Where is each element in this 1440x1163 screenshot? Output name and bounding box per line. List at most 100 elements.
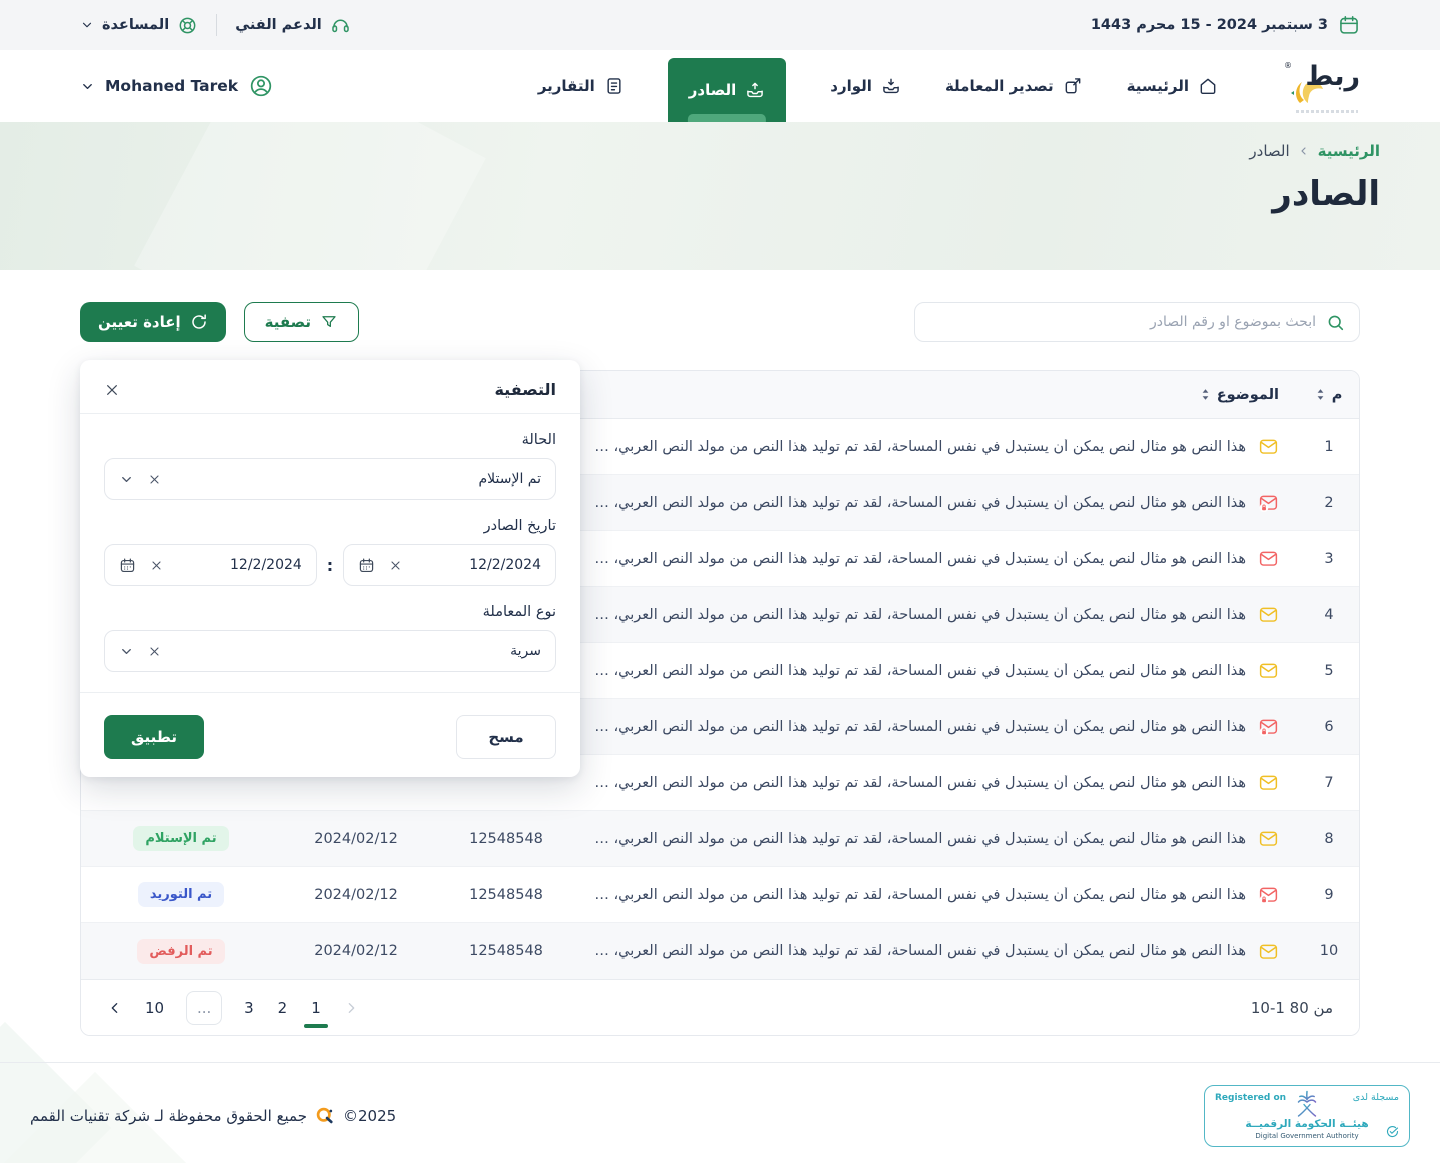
select-icons — [119, 472, 161, 487]
spacer — [104, 672, 556, 692]
pagination-page-3[interactable]: 3 — [242, 995, 256, 1021]
row-subject: هذا النص هو مثال لنص يمكن أن يستبدل في ن… — [591, 887, 1246, 903]
qtech-logo — [315, 1106, 335, 1126]
filter-popup-header: التصفية — [104, 380, 556, 413]
column-header-index[interactable]: م — [1299, 387, 1359, 403]
pagination-ellipsis[interactable]: ... — [186, 991, 222, 1025]
search-icon — [1326, 313, 1345, 332]
breadcrumb: الرئيسية الصادر — [60, 142, 1380, 160]
column-header-label: م — [1332, 387, 1343, 403]
row-index: 7 — [1299, 775, 1359, 791]
filter-popup: التصفية الحالة تم الإستلام تاريخ الصادر … — [80, 360, 580, 777]
close-icon[interactable] — [104, 382, 120, 398]
copyright: جميع الحقوق محفوظة لـ شركة تقنيات القمم … — [30, 1106, 396, 1126]
chevron-down-icon — [119, 644, 134, 659]
help-label: المساعدة — [102, 17, 169, 33]
envelope-yellow-icon — [1258, 436, 1279, 457]
clear-filters-button[interactable]: مسح — [456, 715, 556, 759]
type-filter-label: نوع المعاملة — [104, 604, 556, 620]
envelope-red-lock-icon — [1258, 492, 1279, 513]
nav-item-label: الوارد — [830, 77, 872, 95]
copyright-text: جميع الحقوق محفوظة لـ شركة تقنيات القمم — [30, 1107, 307, 1125]
brand-registered-mark: ® — [1284, 61, 1292, 70]
calendar-icon — [358, 557, 375, 574]
column-header-subject[interactable]: الموضوع — [581, 387, 1299, 403]
user-menu[interactable]: Mohaned Tarek — [80, 50, 274, 122]
row-subject-cell: هذا النص هو مثال لنص يمكن أن يستبدل في ن… — [581, 436, 1299, 457]
avatar-icon — [248, 73, 274, 99]
date-text: 3 سبتمبر 2024 - 15 محرم 1443 — [1091, 17, 1328, 33]
table-row[interactable]: 9 هذا النص هو مثال لنص يمكن أن يستبدل في… — [81, 867, 1359, 923]
dga-name-english: Digital Government Authority — [1255, 1132, 1358, 1140]
page-hero: الرئيسية الصادر الصادر — [0, 122, 1440, 270]
dga-registered-badge[interactable]: Registered on مسجلة لدى هيئــة الحكومة ا… — [1204, 1085, 1410, 1147]
row-status-cell: تم الإستلام — [81, 826, 281, 851]
search-box — [914, 302, 1360, 342]
filter-actions: مسح تطبيق — [104, 693, 556, 759]
technical-support-link[interactable]: الدعم الفني — [235, 15, 351, 36]
pagination-page-1-active[interactable]: 1 — [309, 995, 323, 1021]
apply-filters-button[interactable]: تطبيق — [104, 715, 204, 759]
copyright-year: ©2025 — [343, 1107, 396, 1125]
pagination-prev-icon[interactable] — [107, 1000, 123, 1016]
reset-button[interactable]: إعادة تعيين — [80, 302, 226, 342]
breadcrumb-home-link[interactable]: الرئيسية — [1318, 142, 1380, 160]
clear-x-icon[interactable] — [389, 559, 402, 572]
row-subject: هذا النص هو مثال لنص يمكن أن يستبدل في ن… — [591, 775, 1246, 791]
nav-item-home[interactable]: الرئيسية — [1127, 50, 1218, 122]
topbar-links: الدعم الفني المساعدة — [80, 14, 351, 36]
clear-x-icon[interactable] — [148, 645, 161, 658]
pagination-next-icon[interactable] — [343, 1000, 359, 1016]
nav-item-label: التقارير — [538, 77, 595, 95]
pagination-page-2[interactable]: 2 — [276, 995, 290, 1021]
sort-icon — [1316, 388, 1325, 401]
search-input[interactable] — [929, 314, 1316, 330]
row-subject: هذا النص هو مثال لنص يمكن أن يستبدل في ن… — [591, 831, 1246, 847]
type-select-value: سرية — [510, 643, 541, 659]
date-icons — [358, 557, 402, 574]
envelope-yellow-icon — [1258, 828, 1279, 849]
row-serial: 12548548 — [431, 943, 581, 959]
date-to-input[interactable]: 12/2/2024 — [104, 544, 317, 586]
clear-x-icon[interactable] — [148, 473, 161, 486]
help-menu[interactable]: المساعدة — [80, 15, 198, 36]
registered-with-label: مسجلة لدى — [1353, 1092, 1399, 1103]
table-row[interactable]: 8 هذا النص هو مثال لنص يمكن أن يستبدل في… — [81, 811, 1359, 867]
sort-icon — [1201, 388, 1210, 401]
row-index: 9 — [1299, 887, 1359, 903]
row-subject-cell: هذا النص هو مثال لنص يمكن أن يستبدل في ن… — [581, 941, 1299, 962]
brand-name: ربط — [1305, 61, 1360, 92]
divider — [80, 413, 580, 414]
funnel-icon — [320, 313, 338, 331]
refresh-icon — [190, 313, 208, 331]
toolbar-buttons: تصفية إعادة تعيين — [80, 302, 359, 342]
brand-tagline — [1296, 110, 1358, 113]
date-filter-label: تاريخ الصادر — [104, 518, 556, 534]
pagination-page-10[interactable]: 10 — [143, 995, 166, 1021]
top-utility-bar: 3 سبتمبر 2024 - 15 محرم 1443 الدعم الفني… — [0, 0, 1440, 50]
envelope-yellow-icon — [1258, 772, 1279, 793]
table-row[interactable]: 10 هذا النص هو مثال لنص يمكن أن يستبدل ف… — [81, 923, 1359, 979]
status-select[interactable]: تم الإستلام — [104, 458, 556, 500]
row-index: 8 — [1299, 831, 1359, 847]
envelope-yellow-icon — [1258, 660, 1279, 681]
filter-button[interactable]: تصفية — [244, 302, 359, 342]
clear-x-icon[interactable] — [150, 559, 163, 572]
row-subject-cell: هذا النص هو مثال لنص يمكن أن يستبدل في ن… — [581, 548, 1299, 569]
brand-logo[interactable]: ربط ® — [1282, 50, 1360, 122]
row-serial: 12548548 — [431, 831, 581, 847]
date-from-input[interactable]: 12/2/2024 — [343, 544, 556, 586]
nav-item-inbox[interactable]: الوارد — [830, 50, 901, 122]
user-name: Mohaned Tarek — [105, 77, 238, 95]
row-subject-cell: هذا النص هو مثال لنص يمكن أن يستبدل في ن… — [581, 884, 1299, 905]
row-date: 2024/02/12 — [281, 831, 431, 847]
status-badge: تم الرفض — [137, 939, 224, 964]
inbox-download-icon — [881, 76, 901, 96]
row-serial: 12548548 — [431, 887, 581, 903]
nav-item-outbox-active[interactable]: الصادر — [668, 58, 787, 122]
transaction-type-select[interactable]: سرية — [104, 630, 556, 672]
status-badge: تم الإستلام — [133, 826, 228, 851]
nav-item-reports[interactable]: التقارير — [538, 50, 624, 122]
nav-item-export-transaction[interactable]: تصدير المعاملة — [945, 50, 1083, 122]
row-status-cell: تم التوريد — [81, 882, 281, 907]
